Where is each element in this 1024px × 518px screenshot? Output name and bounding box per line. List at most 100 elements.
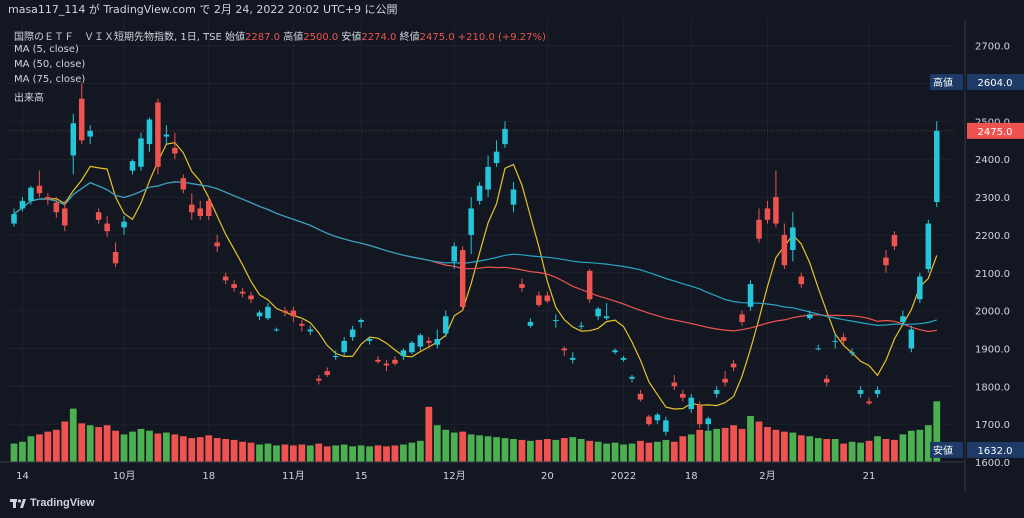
tradingview-logo[interactable]: TradingView [10,497,95,509]
candle-body [849,352,855,354]
legend-volume[interactable]: 出来高 [14,89,44,104]
volume-bar [577,439,585,462]
volume-bar [704,430,712,462]
y-tick-label: 1600.0 [975,458,1010,469]
candle-body [273,329,280,331]
legend-ma50[interactable]: MA (50, close) [14,59,85,70]
candle-body [874,390,881,394]
price-label: 安値 1632.0 [930,441,1024,458]
candle-body [332,356,339,358]
candle-body [443,316,449,334]
volume-bar [366,446,373,462]
candle-body [366,339,373,341]
candle-body [536,295,542,305]
candle-body [222,276,229,281]
candle-body [265,306,271,319]
candle-body [231,284,237,288]
volume-bar [281,444,289,462]
volume-bar [179,436,187,462]
volume-bar [662,439,670,462]
candle-body [527,321,534,326]
volume-bar [543,439,551,462]
x-tick-label: 2022 [611,471,636,482]
volume-bar [273,445,280,462]
volume-bar [120,434,128,462]
candle-body [620,357,627,360]
volume-bar [730,425,737,462]
volume-bar [484,436,492,462]
x-tick-label: 12月 [443,470,466,482]
publish-bar: masa117_114 が TradingView.com で 2月 24, 2… [0,0,1024,20]
candle-body [553,320,559,322]
volume-bar [36,434,43,462]
y-tick-label: 2100.0 [975,269,1010,280]
candle-body [764,208,771,220]
volume-bar [916,429,924,462]
candle-body [722,378,728,383]
candle-body [129,161,136,171]
x-tick-label: 10月 [113,470,136,482]
volume-bar [78,423,86,462]
volume-bar [239,441,246,462]
volume-bar [857,442,864,462]
price-chart[interactable]: 2700.02600.02500.02400.02300.02200.02100… [0,20,1024,492]
volume-bar [814,438,822,462]
candle-body [493,151,500,164]
volume-bar [620,444,627,462]
volume-bar [383,446,390,462]
x-tick-label: 11月 [282,470,305,482]
volume-bar [907,430,915,462]
legend-high-label: 高値 [283,32,304,43]
candle-body [19,200,26,209]
volume-bar [112,430,119,462]
candle-body [400,350,407,357]
volume-bar [713,428,721,462]
volume-bar [569,437,577,462]
volume-bar [196,437,204,462]
volume-bar [611,442,619,462]
volume-bar [103,425,111,462]
candle-body [696,405,703,425]
price-label-value: 1632.0 [978,446,1013,457]
volume-bar [433,425,441,462]
volume-bar [298,444,306,462]
candle-body [917,276,923,300]
legend-change: +210.0 (+9.27%) [457,32,546,43]
volume-bar [450,432,458,462]
candle-body [205,200,212,217]
candle-body [392,359,398,364]
volume-bar [823,439,831,462]
volume-bar [205,435,213,462]
candle-body [239,291,246,294]
volume-bar [899,434,907,462]
volume-bar [222,439,230,462]
volume-bar [527,440,534,462]
candle-body [646,416,652,425]
legend-ma5[interactable]: MA (5, close) [14,44,79,55]
candle-body [214,242,220,247]
volume-bar [501,438,509,462]
volume-bar [213,438,221,462]
candle-body [417,335,424,347]
volume-bar [256,444,263,462]
volume-bar [162,432,170,462]
legend-open: 2287.0 [245,32,281,43]
volume-bar [654,441,661,462]
volume-bar [764,427,771,462]
volume-bar [789,432,797,462]
candle-body [146,119,153,145]
candle-body [172,147,178,154]
legend-symbol-name: 国際のＥＴＦ ＶＩＸ短期先物指数, 1日, TSE [14,32,222,43]
candle-body [569,357,576,360]
candle-body [857,390,864,394]
candle-body [290,310,297,317]
candle-body [866,401,872,404]
candle-body [349,329,356,338]
legend-open-label: 始値 [225,32,246,43]
candle-body [11,214,17,224]
volume-bar [645,442,653,462]
x-tick-label: 18 [202,471,215,482]
legend-ma75[interactable]: MA (75, close) [14,74,85,85]
volume-bar [289,445,297,462]
volume-bar [721,427,729,462]
